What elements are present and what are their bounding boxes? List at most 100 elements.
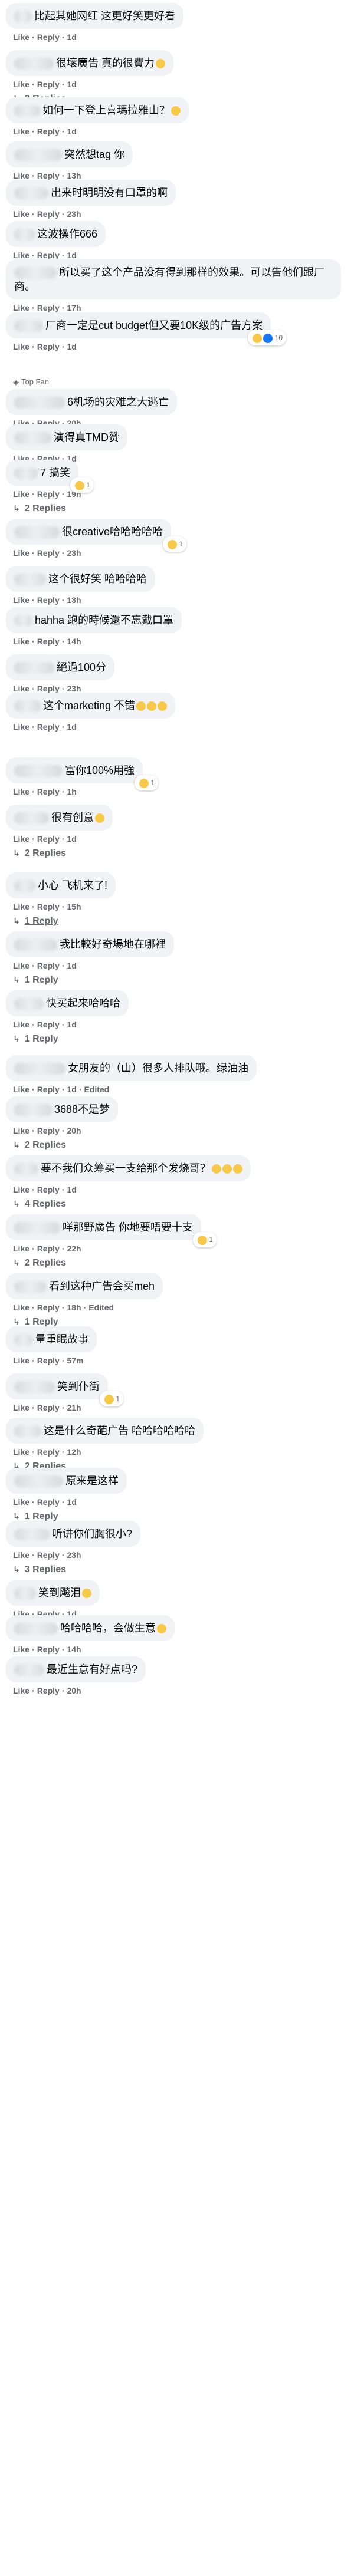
comment-time[interactable]: 18h xyxy=(67,1303,81,1312)
view-replies-link[interactable]: ↳ 1 Reply xyxy=(13,1034,354,1045)
comment-time[interactable]: 1d xyxy=(67,127,76,136)
like-button[interactable]: Like xyxy=(13,489,30,499)
reply-button[interactable]: Reply xyxy=(37,1356,60,1365)
reply-button[interactable]: Reply xyxy=(37,171,60,180)
comment-time[interactable]: 1d xyxy=(67,1020,76,1029)
like-button[interactable]: Like xyxy=(13,637,30,646)
like-button[interactable]: Like xyxy=(13,1244,30,1253)
like-button[interactable]: Like xyxy=(13,209,30,219)
comment-time[interactable]: 1d xyxy=(67,32,76,42)
view-replies-link[interactable]: ↳ 4 Replies xyxy=(13,1199,354,1210)
like-button[interactable]: Like xyxy=(13,1447,30,1457)
reaction-summary[interactable]: 1 xyxy=(135,775,159,790)
view-replies-link[interactable]: ↳ 2 Replies xyxy=(13,1140,354,1151)
reaction-summary[interactable]: 10 xyxy=(248,330,287,345)
comment-time[interactable]: 57m xyxy=(67,1356,83,1365)
reply-button[interactable]: Reply xyxy=(37,1185,60,1194)
comment-time[interactable]: 17h xyxy=(67,303,81,312)
comment-time[interactable]: 12h xyxy=(67,1447,81,1457)
like-button[interactable]: Like xyxy=(13,787,30,796)
like-button[interactable]: Like xyxy=(13,961,30,970)
like-button[interactable]: Like xyxy=(13,80,30,89)
view-replies-link[interactable]: ↳ 1 Reply xyxy=(13,975,354,986)
reply-button[interactable]: Reply xyxy=(37,1497,60,1507)
reaction-summary[interactable]: 1 xyxy=(99,1391,123,1406)
reply-button[interactable]: Reply xyxy=(37,834,60,844)
like-button[interactable]: Like xyxy=(13,171,30,180)
reply-button[interactable]: Reply xyxy=(37,1020,60,1029)
reply-button[interactable]: Reply xyxy=(37,209,60,219)
comment-time[interactable]: 23h xyxy=(67,548,81,558)
like-button[interactable]: Like xyxy=(13,684,30,693)
comment-time[interactable]: 21h xyxy=(67,1403,81,1412)
like-button[interactable]: Like xyxy=(13,595,30,605)
reply-button[interactable]: Reply xyxy=(37,902,60,911)
view-replies-link[interactable]: ↳ 2 Replies xyxy=(13,848,354,859)
reply-button[interactable]: Reply xyxy=(37,1244,60,1253)
like-button[interactable]: Like xyxy=(13,1126,30,1135)
like-button[interactable]: Like xyxy=(13,32,30,42)
like-button[interactable]: Like xyxy=(13,1645,30,1654)
comment-time[interactable]: 1d xyxy=(67,1085,76,1094)
comment-time[interactable]: 14h xyxy=(67,1645,81,1654)
reply-button[interactable]: Reply xyxy=(37,1126,60,1135)
view-replies-link[interactable]: ↳ 3 Replies xyxy=(13,1564,354,1575)
like-button[interactable]: Like xyxy=(13,1550,30,1560)
reply-button[interactable]: Reply xyxy=(37,684,60,693)
comment-time[interactable]: 1d xyxy=(67,80,76,89)
view-replies-link[interactable]: ↳ 1 Reply xyxy=(13,916,354,927)
reply-button[interactable]: Reply xyxy=(37,722,60,732)
reaction-summary[interactable]: 1 xyxy=(163,536,187,552)
like-button[interactable]: Like xyxy=(13,722,30,732)
comment-time[interactable]: 22h xyxy=(67,1244,81,1253)
comment-time[interactable]: 23h xyxy=(67,1550,81,1560)
reply-button[interactable]: Reply xyxy=(37,595,60,605)
comment-time[interactable]: 14h xyxy=(67,637,81,646)
like-button[interactable]: Like xyxy=(13,902,30,911)
reply-button[interactable]: Reply xyxy=(37,548,60,558)
comment-time[interactable]: 1d xyxy=(67,722,76,732)
reaction-summary[interactable]: 1 xyxy=(192,1232,217,1247)
comment-time[interactable]: 1d xyxy=(67,1497,76,1507)
reply-button[interactable]: Reply xyxy=(37,637,60,646)
reply-button[interactable]: Reply xyxy=(37,127,60,136)
comment-time[interactable]: 1h xyxy=(67,787,76,796)
comment-time[interactable]: 20h xyxy=(67,1126,81,1135)
comment-time[interactable]: 1d xyxy=(67,342,76,351)
like-button[interactable]: Like xyxy=(13,548,30,558)
like-button[interactable]: Like xyxy=(13,342,30,351)
reply-button[interactable]: Reply xyxy=(37,1403,60,1412)
reply-button[interactable]: Reply xyxy=(37,1686,60,1695)
view-replies-link[interactable]: ↳ 2 Replies xyxy=(13,503,354,514)
reply-button[interactable]: Reply xyxy=(37,32,60,42)
reply-button[interactable]: Reply xyxy=(37,787,60,796)
like-button[interactable]: Like xyxy=(13,1185,30,1194)
like-button[interactable]: Like xyxy=(13,1020,30,1029)
reply-button[interactable]: Reply xyxy=(37,1085,60,1094)
comment-time[interactable]: 15h xyxy=(67,902,81,911)
reply-button[interactable]: Reply xyxy=(37,1550,60,1560)
reply-button[interactable]: Reply xyxy=(37,80,60,89)
like-button[interactable]: Like xyxy=(13,1085,30,1094)
comment-time[interactable]: 1d xyxy=(67,251,76,260)
reply-button[interactable]: Reply xyxy=(37,1447,60,1457)
like-button[interactable]: Like xyxy=(13,303,30,312)
like-button[interactable]: Like xyxy=(13,1403,30,1412)
reply-button[interactable]: Reply xyxy=(37,303,60,312)
reply-button[interactable]: Reply xyxy=(37,1645,60,1654)
like-button[interactable]: Like xyxy=(13,1497,30,1507)
reply-button[interactable]: Reply xyxy=(37,251,60,260)
reply-button[interactable]: Reply xyxy=(37,489,60,499)
comment-time[interactable]: 23h xyxy=(67,209,81,219)
reaction-summary[interactable]: 1 xyxy=(70,477,94,493)
comment-time[interactable]: 1d xyxy=(67,1185,76,1194)
comment-time[interactable]: 1d xyxy=(67,961,76,970)
reply-button[interactable]: Reply xyxy=(37,342,60,351)
view-replies-link[interactable]: ↳ 2 Replies xyxy=(13,1258,354,1269)
comment-time[interactable]: 13h xyxy=(67,595,81,605)
comment-time[interactable]: 1d xyxy=(67,834,76,844)
like-button[interactable]: Like xyxy=(13,1356,30,1365)
like-button[interactable]: Like xyxy=(13,251,30,260)
reply-button[interactable]: Reply xyxy=(37,1303,60,1312)
reply-button[interactable]: Reply xyxy=(37,961,60,970)
